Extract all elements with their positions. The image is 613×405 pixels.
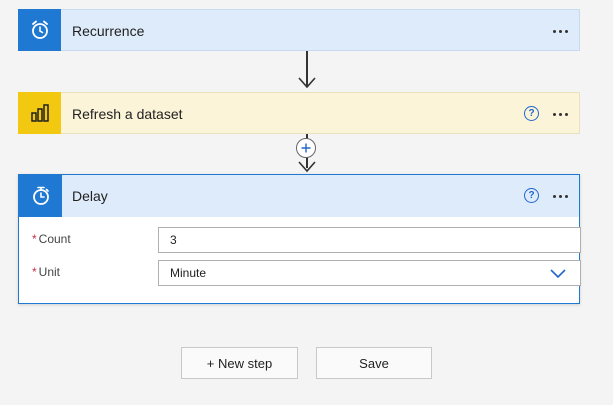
- refresh-dataset-step-header[interactable]: Refresh a dataset ?: [18, 92, 579, 135]
- help-icon[interactable]: ?: [524, 106, 539, 121]
- refresh-dataset-step-title: Refresh a dataset: [72, 106, 183, 122]
- dot-icon: [564, 194, 568, 198]
- required-marker: *: [32, 232, 37, 246]
- timer-icon: [19, 175, 62, 217]
- chevron-down-icon: [550, 269, 566, 279]
- power-bi-icon: [18, 92, 61, 134]
- alarm-clock-icon: [18, 9, 61, 51]
- dot-icon: [564, 29, 568, 33]
- dot-icon: [558, 112, 562, 116]
- count-field-label: * Count: [32, 232, 71, 246]
- dot-icon: [564, 112, 568, 116]
- dot-icon: [552, 29, 556, 33]
- refresh-more-options-button[interactable]: [547, 104, 573, 124]
- dot-icon: [558, 29, 562, 33]
- unit-field-label: * Unit: [32, 265, 61, 279]
- delay-more-options-button[interactable]: [547, 186, 573, 206]
- save-button[interactable]: Save: [316, 347, 432, 379]
- recurrence-step-header[interactable]: Recurrence: [18, 9, 579, 52]
- required-marker: *: [32, 265, 37, 279]
- delay-step-header[interactable]: Delay ?: [19, 175, 579, 217]
- delay-step-title: Delay: [72, 188, 108, 204]
- help-icon[interactable]: ?: [524, 188, 539, 203]
- insert-step-button[interactable]: [296, 138, 316, 158]
- recurrence-step-card[interactable]: Recurrence: [18, 9, 580, 51]
- unit-select[interactable]: Minute: [158, 260, 581, 286]
- count-input-value: 3: [170, 233, 177, 247]
- dot-icon: [552, 194, 556, 198]
- recurrence-step-title: Recurrence: [72, 23, 145, 39]
- arrow-down-icon: [298, 77, 316, 89]
- arrow-down-icon: [298, 161, 316, 173]
- delay-step-card[interactable]: Delay ? * Count 3 * Unit Minute: [18, 174, 581, 304]
- unit-select-value: Minute: [170, 266, 207, 280]
- plus-icon: [301, 143, 311, 153]
- recurrence-more-options-button[interactable]: [547, 21, 573, 41]
- dot-icon: [552, 112, 556, 116]
- dot-icon: [558, 194, 562, 198]
- new-step-button[interactable]: + New step: [181, 347, 298, 379]
- count-input[interactable]: 3: [158, 227, 581, 253]
- refresh-dataset-step-card[interactable]: Refresh a dataset ?: [18, 92, 580, 134]
